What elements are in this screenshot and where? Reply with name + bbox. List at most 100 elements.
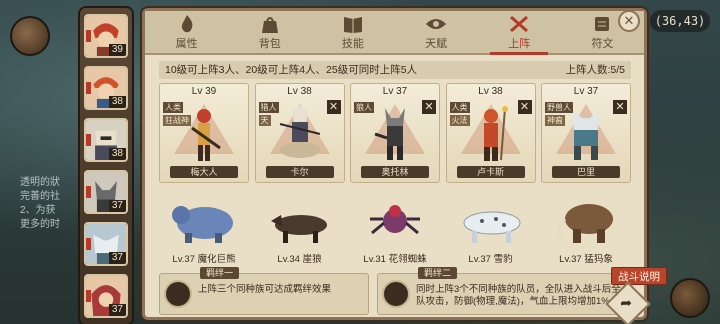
class-badge: 狂战神 — [163, 115, 191, 126]
mammoth-pet-icon — [558, 204, 613, 243]
beast-figure-icon — [572, 110, 600, 160]
arrow-icon: ➦ — [620, 294, 633, 311]
tab-label: 背包 — [258, 37, 281, 50]
bond-panel-one: 羁绊一 上阵三个同种族可达成羁绊效果 — [159, 267, 369, 315]
hero-level: 39 — [108, 44, 126, 56]
formation-info-bar: 10级可上阵3人、20级可上阵4人、25级可同时上阵5人 上阵人数:5/5 — [159, 61, 631, 79]
hero-slot[interactable]: 38 — [84, 118, 128, 162]
crossed-swords-icon — [510, 15, 529, 32]
card-name: 巴里 — [552, 166, 620, 178]
world-chat-text: 透明的狀 完善的社 2、为获 更多的时 — [20, 177, 60, 230]
pet-slot[interactable]: Lv.37 猛犸象 — [541, 199, 631, 267]
roster-card[interactable]: Lv 37 野兽人 神裔 ✕ 巴里 — [541, 83, 631, 183]
class-badge: 神裔 — [545, 115, 565, 126]
race-badge: 狼人 — [354, 102, 374, 113]
world-map-icon[interactable] — [10, 16, 50, 56]
remove-member-button[interactable]: ✕ — [517, 100, 532, 114]
class-badge: 火法 — [449, 115, 470, 126]
bond-panel-two: 羁绊二 同时上阵3个不同种族的队员，全队进入战斗后全队攻击，防御(物理,魔法)，… — [377, 267, 631, 315]
close-button[interactable]: ✕ — [618, 10, 640, 32]
hero-slot[interactable]: 37 — [84, 274, 128, 318]
tab-bar: 属性 背包 技能 天赋 上阵 符文 — [145, 11, 644, 55]
eye-icon — [426, 18, 447, 29]
pet-label: Lv.31 花翎蜘蛛 — [363, 254, 427, 265]
hero-list: 39 38 38 37 37 37 — [80, 8, 132, 324]
hero-slot[interactable]: 37 — [84, 170, 128, 214]
wolf-pet-icon — [270, 215, 327, 243]
hero-slot[interactable]: 38 — [84, 66, 128, 110]
battle-help-button[interactable]: 战斗说明 — [611, 267, 667, 285]
roster-card[interactable]: Lv 38 猎人 天 ✕ 卡尔 — [254, 83, 345, 183]
pet-label: Lv.37 魔化巨熊 — [172, 254, 236, 265]
roster-cards: Lv 39 人类 狂战神 梅大人 Lv 38 猎人 天 ✕ 卡尔 Lv 37 狼… — [159, 83, 631, 183]
card-level: Lv 39 — [191, 86, 217, 97]
bear-pet-icon — [172, 206, 233, 243]
tab-label: 符文 — [591, 37, 614, 50]
flame-icon — [181, 14, 192, 32]
roster-card[interactable]: Lv 39 人类 狂战神 梅大人 — [159, 83, 249, 183]
book-icon — [343, 16, 362, 33]
formation-rule-text: 10级可上阵3人、20级可上阵4人、25级可同时上阵5人 — [165, 64, 418, 76]
tab-label: 属性 — [175, 37, 198, 50]
bond-title: 羁绊一 — [200, 267, 240, 279]
pet-slot[interactable]: Lv.31 花翎蜘蛛 — [350, 199, 440, 267]
hero-level: 37 — [108, 304, 126, 316]
hero-level: 37 — [108, 252, 126, 264]
bond-title: 羁绊二 — [418, 267, 458, 279]
coordinates-readout: (36,43) — [650, 10, 710, 32]
tab-label: 技能 — [341, 37, 364, 50]
remove-member-button[interactable]: ✕ — [422, 100, 436, 114]
hero-level: 38 — [108, 148, 126, 160]
remove-member-button[interactable]: ✕ — [613, 100, 627, 114]
roster-card[interactable]: Lv 38 人类 火法 ✕ 卢卡斯 — [445, 83, 536, 183]
tab-skills[interactable]: 技能 — [311, 11, 394, 53]
tab-talent[interactable]: 天赋 — [395, 11, 478, 53]
card-level: Lv 38 — [287, 86, 312, 97]
pet-label: Lv.37 雪豹 — [468, 254, 513, 265]
card-level: Lv 37 — [382, 86, 408, 97]
snow-leopard-pet-icon — [463, 211, 520, 243]
race-badge: 人类 — [449, 102, 470, 113]
hero-slot[interactable]: 39 — [84, 14, 128, 58]
pet-list: Lv.37 魔化巨熊 Lv.34 崖狼 Lv.31 花翎蜘蛛 Lv.37 雪豹 … — [159, 199, 631, 267]
roster-card[interactable]: Lv 37 狼人 ✕ 奥托林 — [350, 83, 440, 183]
race-badge: 人类 — [163, 102, 183, 113]
bond-description: 上阵三个同种族可达成羁绊效果 — [198, 284, 332, 295]
bond-icon — [164, 280, 192, 308]
tab-formation[interactable]: 上阵 — [478, 11, 561, 55]
bag-icon — [261, 16, 278, 33]
formation-panel: 属性 背包 技能 天赋 上阵 符文 10级可上阵3人、20级可上阵4人、25级可… — [142, 8, 667, 320]
card-name: 卡尔 — [265, 166, 334, 178]
hero-slot[interactable]: 37 — [84, 222, 128, 266]
card-name: 卢卡斯 — [456, 166, 525, 178]
race-badge: 野兽人 — [545, 102, 573, 113]
world-action-icon[interactable] — [670, 278, 710, 318]
tab-label: 天赋 — [425, 37, 448, 50]
race-badge: 猎人 — [258, 102, 279, 113]
spider-pet-icon — [370, 205, 420, 235]
card-name: 梅大人 — [170, 166, 238, 178]
pet-slot[interactable]: Lv.37 魔化巨熊 — [159, 199, 249, 267]
goat-rider-figure-icon — [279, 106, 320, 158]
remove-member-button[interactable]: ✕ — [326, 100, 341, 114]
card-level: Lv 38 — [478, 86, 503, 97]
pet-slot[interactable]: Lv.37 雪豹 — [446, 199, 536, 267]
scroll-icon — [595, 16, 610, 31]
tab-label: 上阵 — [508, 37, 531, 50]
wolf-warrior-figure-icon — [374, 108, 405, 160]
pet-label: Lv.37 猛犸象 — [559, 254, 613, 265]
hero-level: 37 — [108, 200, 126, 212]
bond-icon — [382, 280, 410, 308]
formation-count: 上阵人数:5/5 — [565, 64, 625, 76]
bond-description: 同时上阵3个不同种族的队员，全队进入战斗后全队攻击，防御(物理,魔法)，气血上限… — [416, 284, 621, 307]
warrior-figure-icon — [191, 109, 221, 161]
tab-attributes[interactable]: 属性 — [145, 11, 228, 53]
card-name: 奥托林 — [361, 166, 429, 178]
pet-label: Lv.34 崖狼 — [277, 254, 322, 265]
hero-level: 38 — [108, 96, 126, 108]
pet-slot[interactable]: Lv.34 崖狼 — [255, 199, 345, 267]
card-level: Lv 37 — [573, 86, 599, 97]
mage-figure-icon — [483, 106, 508, 161]
tab-bag[interactable]: 背包 — [228, 11, 311, 53]
class-badge: 天 — [258, 115, 271, 126]
